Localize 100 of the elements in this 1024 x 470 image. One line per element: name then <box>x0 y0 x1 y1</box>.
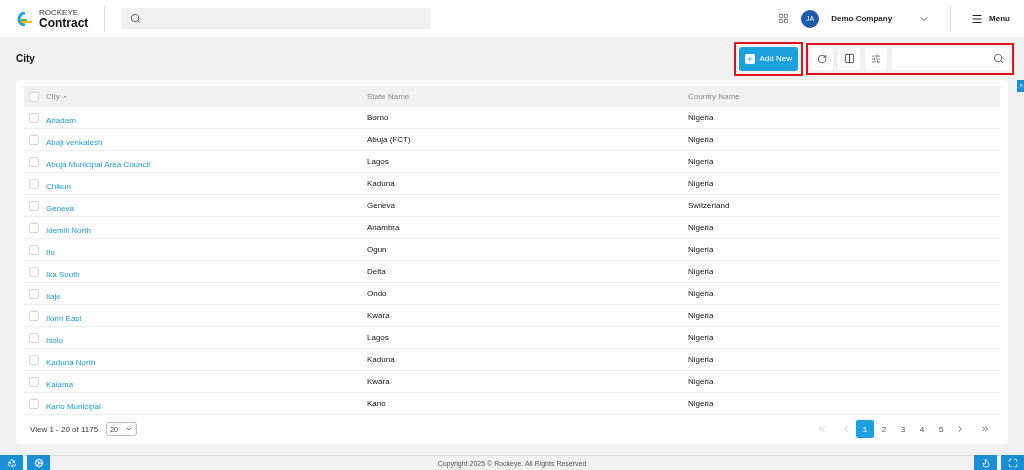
refresh-button[interactable] <box>811 47 833 70</box>
column-header[interactable]: State Name <box>367 92 410 101</box>
gear-icon <box>33 457 44 468</box>
brand-name: ROCKEYE <box>39 8 80 17</box>
row-checkbox[interactable] <box>29 266 39 277</box>
refresh-icon <box>817 53 827 64</box>
row-checkbox[interactable] <box>29 288 39 299</box>
table-cell-text: Lagos <box>367 333 390 342</box>
row-checkbox[interactable] <box>29 398 39 409</box>
row-checkbox[interactable] <box>29 244 39 255</box>
search-field[interactable] <box>121 8 432 29</box>
row-checkbox[interactable] <box>29 332 39 343</box>
table-cell-text: Nigeria <box>688 377 715 386</box>
record-summary: View 1 - 20 of 1175 <box>30 424 99 434</box>
city-link[interactable]: Geneva <box>46 203 75 213</box>
double-chevron-left-icon <box>816 424 827 434</box>
table-cell-text: Geneva <box>367 201 397 210</box>
side-tab-icon[interactable] <box>1017 80 1024 92</box>
apps-grid-icon[interactable] <box>778 13 790 24</box>
table-cell-text: Switzerland <box>688 201 731 210</box>
select-all-checkbox[interactable] <box>29 91 39 102</box>
grid-search-field[interactable] <box>892 47 1009 70</box>
settings-button[interactable] <box>27 455 50 470</box>
search-icon <box>993 53 1004 64</box>
page-button[interactable]: 5 <box>932 420 950 438</box>
city-link[interactable]: Ika South <box>46 269 80 279</box>
page-button[interactable]: 2 <box>875 420 893 438</box>
menu-icon <box>971 12 984 25</box>
flame-icon <box>980 457 991 468</box>
city-link[interactable]: Abadam <box>46 115 76 125</box>
column-header[interactable]: City <box>46 92 67 101</box>
table-cell-text: Kano <box>367 399 387 408</box>
table-cell-text: Nigeria <box>688 113 715 122</box>
columns-icon <box>843 53 855 64</box>
table-cell-text: Ondo <box>367 289 388 298</box>
product-name: Contract <box>39 16 89 29</box>
columns-button[interactable] <box>838 47 860 70</box>
city-link[interactable]: Chikun <box>46 181 71 191</box>
recycle-button[interactable] <box>0 455 23 470</box>
row-checkbox[interactable] <box>29 200 39 211</box>
sliders-icon <box>871 53 881 64</box>
row-checkbox[interactable] <box>29 354 39 365</box>
table-cell-text: Nigeria <box>688 267 715 276</box>
menu-button[interactable]: Menu <box>950 5 1010 32</box>
page-button[interactable]: 3 <box>894 420 912 438</box>
city-link[interactable]: Kaiama <box>46 379 74 389</box>
row-checkbox[interactable] <box>29 376 39 387</box>
recycle-icon <box>6 457 17 468</box>
filter-button[interactable] <box>865 47 887 70</box>
table-cell-text: Delta <box>367 267 387 276</box>
city-link[interactable]: Ilaje <box>46 291 61 301</box>
search-icon <box>130 13 142 24</box>
row-checkbox[interactable] <box>29 134 39 145</box>
table-cell-text: Borno <box>367 113 390 122</box>
column-header[interactable]: Country Name <box>688 92 740 101</box>
row-checkbox[interactable] <box>29 112 39 123</box>
city-link[interactable]: Kaduna North <box>46 357 96 367</box>
table-cell-text: Nigeria <box>688 289 715 298</box>
table-cell-text: Kwara <box>367 311 391 320</box>
chevron-right-icon <box>955 424 965 434</box>
page-button[interactable]: 4 <box>913 420 931 438</box>
plus-icon <box>745 54 754 63</box>
city-link[interactable]: Abuja Municipal Area Council <box>46 159 151 169</box>
table-cell-text: Nigeria <box>688 333 715 342</box>
fullscreen-button[interactable] <box>1001 455 1024 470</box>
city-link[interactable]: Abaji venkatesh <box>46 137 103 147</box>
table-cell-text: Kaduna <box>367 179 396 188</box>
table-cell-text: Nigeria <box>688 355 715 364</box>
table-cell-text: Lagos <box>367 157 390 166</box>
table-cell-text: Kaduna <box>367 355 396 364</box>
arrow-icon <box>1017 83 1024 89</box>
row-checkbox[interactable] <box>29 156 39 167</box>
city-link[interactable]: Idemili North <box>46 225 91 235</box>
table-cell-text: Ogun <box>367 245 388 254</box>
row-checkbox[interactable] <box>29 222 39 233</box>
logo-icon <box>16 11 34 26</box>
company-name[interactable]: Demo Company <box>831 14 893 23</box>
table-cell-text: Nigeria <box>688 135 715 144</box>
chevron-left-icon <box>841 424 851 434</box>
table-cell-text: Abuja (FCT) <box>367 135 412 144</box>
table-cell-text: Anambra <box>367 223 401 232</box>
city-link[interactable]: Ifo <box>46 247 55 257</box>
row-checkbox[interactable] <box>29 310 39 321</box>
row-checkbox[interactable] <box>29 178 39 189</box>
city-link[interactable]: Kano Municipal <box>46 401 101 411</box>
city-link[interactable]: Ilorin East <box>46 313 82 323</box>
table-cell-text: Kwara <box>367 377 391 386</box>
add-new-button[interactable]: Add New <box>738 46 798 71</box>
table-cell-text: Nigeria <box>688 399 715 408</box>
table-cell-text: Nigeria <box>688 179 715 188</box>
table-cell-text: Nigeria <box>688 245 715 254</box>
flame-button[interactable] <box>974 455 997 470</box>
table-cell-text: Nigeria <box>688 311 715 320</box>
table-cell-text: Nigeria <box>688 157 715 166</box>
double-chevron-right-icon <box>979 424 990 434</box>
city-link[interactable]: Isolo <box>46 335 63 345</box>
page-title: City <box>16 53 35 64</box>
fullscreen-icon <box>1007 457 1018 468</box>
page-button[interactable]: 1 <box>856 420 874 438</box>
table-cell-text: Nigeria <box>688 223 715 232</box>
